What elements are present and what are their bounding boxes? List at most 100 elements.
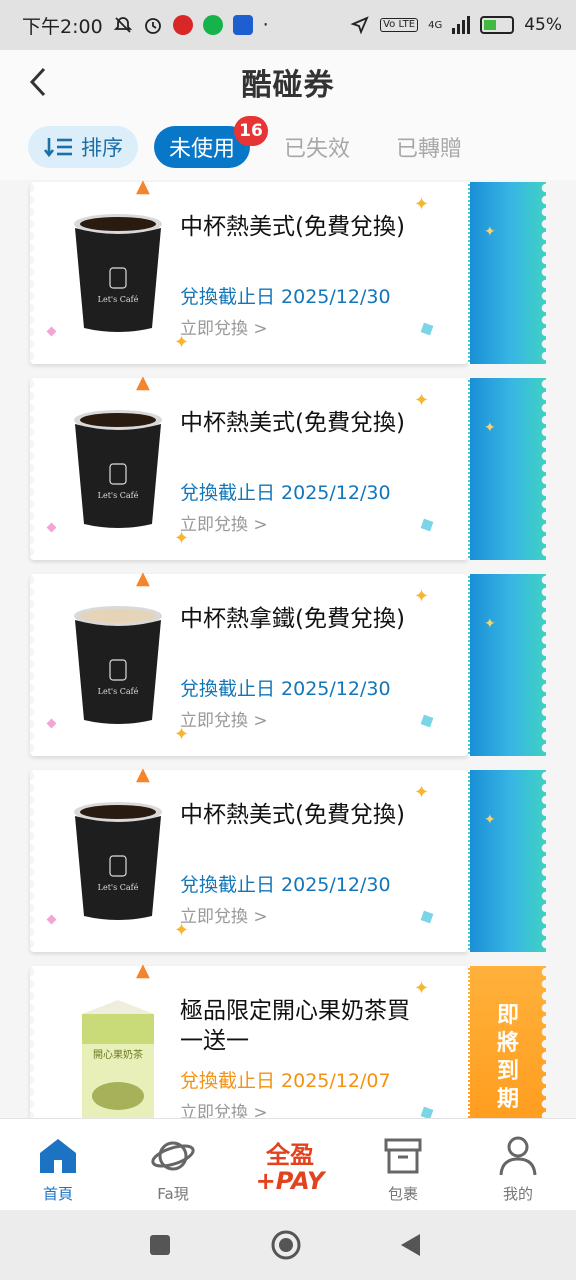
battery-level: 45% <box>524 15 562 35</box>
coupon-title: 中杯熱美式(免費兌換) <box>180 802 405 828</box>
home-system-button[interactable] <box>269 1228 303 1262</box>
carton-label: 開心果奶茶 <box>93 1048 143 1061</box>
coupon-stub: ✦ <box>468 574 546 756</box>
bottom-nav: 首頁 Fa現 全盈 +PAY 包裹 我的 <box>0 1118 576 1210</box>
milk-tea-carton-image: 開心果奶茶 <box>82 1000 154 1118</box>
location-arrow-icon <box>350 16 369 35</box>
coffee-cup-image: Let's Café <box>74 214 162 332</box>
signal-icon <box>452 16 471 34</box>
pay-logo-line2: +PAY <box>256 1167 327 1195</box>
nav-home-label: 首頁 <box>42 1185 73 1203</box>
coupon-card[interactable]: ▲ ✦ ✦ Let's Café 中杯熱拿鐵(免費兌換) 兌換截止日 2025/… <box>30 568 546 756</box>
redeem-link[interactable]: 立即兌換 > <box>180 510 268 535</box>
coupon-body: ▲ ✦ ✦ Let's Café 中杯熱美式(免費兌換) 兌換截止日 2025/… <box>30 180 468 364</box>
stub-perforation <box>538 182 546 364</box>
coupon-expiry: 兌換截止日 2025/12/30 <box>180 482 391 504</box>
pay-logo: 全盈 +PAY <box>256 1141 327 1195</box>
coupon-title: 中杯熱美式(免費兌換) <box>180 410 405 436</box>
redeem-link[interactable]: 立即兌換 > <box>180 902 268 927</box>
sparkle-decoration: ✦ <box>484 812 496 828</box>
coffee-cup-image: Let's Café <box>74 410 162 528</box>
pay-logo-line1: 全盈 <box>265 1141 314 1169</box>
coupon-perforation <box>30 378 38 560</box>
page-title: 酷碰券 <box>241 68 335 103</box>
redeem-link[interactable]: 立即兌換 > <box>180 1098 268 1118</box>
confetti-decoration: ▲ <box>136 372 150 393</box>
mute-bell-icon <box>113 17 132 33</box>
coupon-body: ▲ ✦ ✦ Let's Café 中杯熱拿鐵(免費兌換) 兌換截止日 2025/… <box>30 568 468 756</box>
unused-count-badge: 16 <box>234 116 268 146</box>
confetti-decoration: ▲ <box>136 764 150 785</box>
coupon-title: 中杯熱拿鐵(免費兌換) <box>180 606 405 632</box>
sparkle-decoration: ✦ <box>484 224 496 240</box>
package-icon <box>380 1133 426 1179</box>
sparkle-decoration: ✦ <box>484 420 496 436</box>
coupon-title: 極品限定開心果奶茶買一送一 <box>180 998 410 1054</box>
stub-perforation <box>538 770 546 952</box>
coffee-cup-image: Let's Café <box>74 802 162 920</box>
confetti-decoration <box>46 718 57 729</box>
coupon-expiry: 兌換截止日 2025/12/30 <box>180 874 391 896</box>
status-time: 下午2:00 <box>22 15 103 38</box>
filter-row: 排序 未使用 已失效 已轉贈 <box>0 114 576 180</box>
confetti-decoration <box>420 518 434 532</box>
coupon-expiry: 兌換截止日 2025/12/07 <box>180 1070 391 1092</box>
line-app-icon <box>202 15 223 35</box>
nav-home[interactable]: 首頁 <box>8 1119 108 1211</box>
back-system-button[interactable] <box>393 1228 427 1262</box>
coupon-stub: ✦ <box>468 770 546 952</box>
cup-brand-text: Let's Café <box>98 883 139 892</box>
coupon-perforation <box>30 574 38 756</box>
coupon-body: ▲ ✦ ✦ Let's Café 中杯熱美式(免費兌換) 兌換截止日 2025/… <box>30 764 468 952</box>
coupon-stub-expiring: 即將到期 <box>468 966 546 1118</box>
circle-icon <box>271 1230 301 1260</box>
stub-perforation <box>538 966 546 1118</box>
square-icon <box>150 1235 170 1255</box>
coupon-card[interactable]: ▲ ✦ ✦ Let's Café 中杯熱美式(免費兌換) 兌換截止日 2025/… <box>30 372 546 560</box>
pay-button[interactable]: 全盈 +PAY <box>240 1137 340 1197</box>
coupon-card[interactable]: ▲ ✦ ✦ Let's Café 中杯熱美式(免費兌換) 兌換截止日 2025/… <box>30 180 546 364</box>
app-notification-icon <box>172 15 193 35</box>
nav-package[interactable]: 包裹 <box>353 1119 453 1211</box>
recent-apps-button[interactable] <box>143 1228 177 1262</box>
confetti-decoration <box>46 914 57 925</box>
confetti-decoration <box>420 322 434 336</box>
triangle-back-icon <box>401 1234 420 1256</box>
cup-brand-text: Let's Café <box>98 295 139 304</box>
person-icon <box>495 1133 541 1179</box>
redeem-link[interactable]: 立即兌換 > <box>180 314 268 339</box>
nav-discover[interactable]: Fa現 <box>123 1119 223 1211</box>
nav-profile[interactable]: 我的 <box>468 1119 568 1211</box>
app-notification-icon-2 <box>232 15 253 35</box>
tab-expired[interactable]: 已失效 <box>284 126 350 168</box>
sort-icon <box>43 138 72 158</box>
tab-transferred[interactable]: 已轉贈 <box>396 126 462 168</box>
back-button[interactable] <box>20 64 56 100</box>
nav-package-label: 包裹 <box>387 1185 418 1203</box>
planet-icon <box>150 1133 196 1179</box>
cup-brand-text: Let's Café <box>98 491 139 500</box>
coupon-list: ▲ ✦ ✦ Let's Café 中杯熱美式(免費兌換) 兌換截止日 2025/… <box>0 180 576 1118</box>
sort-button[interactable]: 排序 <box>28 126 138 168</box>
coupon-perforation <box>30 182 38 364</box>
coupon-expiry: 兌換截止日 2025/12/30 <box>180 286 391 308</box>
coupon-stub: ✦ <box>468 182 546 364</box>
confetti-decoration <box>46 326 57 337</box>
coupon-title: 中杯熱美式(免費兌換) <box>180 214 405 240</box>
network-type: 4G <box>428 19 443 31</box>
stub-perforation <box>538 574 546 756</box>
coupon-card[interactable]: ▲ ✦ 開心果奶茶 極品限定開心果奶茶買一送一 兌換截止日 2025/12/07… <box>30 960 546 1118</box>
nav-discover-label: Fa現 <box>157 1185 189 1203</box>
dot-icon: · <box>262 14 269 36</box>
system-nav-bar <box>0 1210 576 1280</box>
status-bar: 下午2:00 · Vo LTE 4G 45% <box>0 0 576 50</box>
confetti-decoration <box>420 910 434 924</box>
redeem-link[interactable]: 立即兌換 > <box>180 706 268 731</box>
coupon-stub: ✦ <box>468 378 546 560</box>
confetti-decoration <box>420 1106 434 1118</box>
confetti-decoration: ▲ <box>136 568 150 589</box>
coupon-card[interactable]: ▲ ✦ ✦ Let's Café 中杯熱美式(免費兌換) 兌換截止日 2025/… <box>30 764 546 952</box>
sort-label: 排序 <box>81 136 123 160</box>
app-header: 酷碰券 <box>0 50 576 114</box>
volte-icon: Vo LTE <box>380 18 419 32</box>
